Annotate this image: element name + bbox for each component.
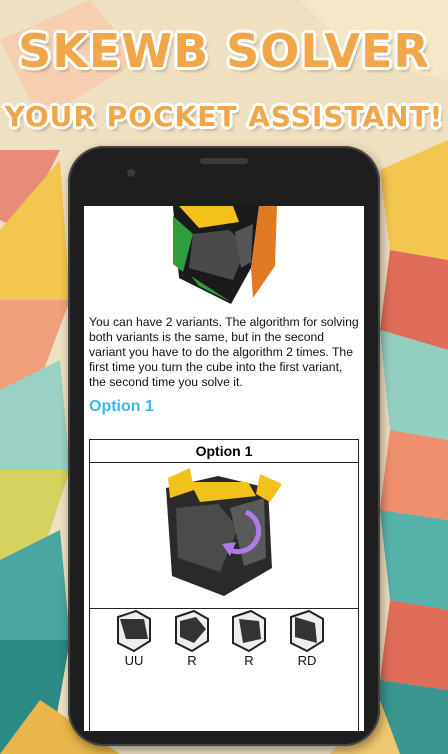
move-cube-icon bbox=[290, 609, 324, 653]
move-cube-icon bbox=[175, 609, 209, 653]
move-item: UU bbox=[105, 609, 163, 671]
move-label: R bbox=[244, 653, 254, 668]
app-title: SKEWB SOLVER bbox=[18, 24, 430, 78]
cube-illustration-row bbox=[90, 463, 358, 609]
phone-screen: You can have 2 variants. The algorithm f… bbox=[84, 206, 364, 731]
description-text: You can have 2 variants. The algorithm f… bbox=[89, 315, 359, 389]
skewb-cube-rotation-image bbox=[166, 468, 282, 596]
move-label: R bbox=[187, 653, 197, 668]
option-heading: Option 1 bbox=[89, 398, 154, 415]
phone-frame: You can have 2 variants. The algorithm f… bbox=[68, 146, 380, 746]
move-item: R bbox=[163, 609, 221, 671]
move-item: R bbox=[220, 609, 278, 671]
table-header: Option 1 bbox=[90, 440, 358, 463]
skewb-cube-image bbox=[173, 206, 277, 304]
moves-row: UU R R RD bbox=[90, 609, 358, 729]
phone-camera bbox=[127, 169, 135, 177]
phone-speaker bbox=[200, 158, 248, 164]
app-subtitle: YOUR POCKET ASSISTANT! bbox=[4, 100, 444, 133]
algorithm-table: Option 1 UU R R RD bbox=[89, 439, 359, 731]
move-item: RD bbox=[278, 609, 336, 671]
move-label: UU bbox=[124, 653, 144, 668]
move-label: RD bbox=[297, 653, 317, 668]
move-cube-icon bbox=[232, 609, 266, 653]
move-cube-icon bbox=[117, 609, 151, 653]
